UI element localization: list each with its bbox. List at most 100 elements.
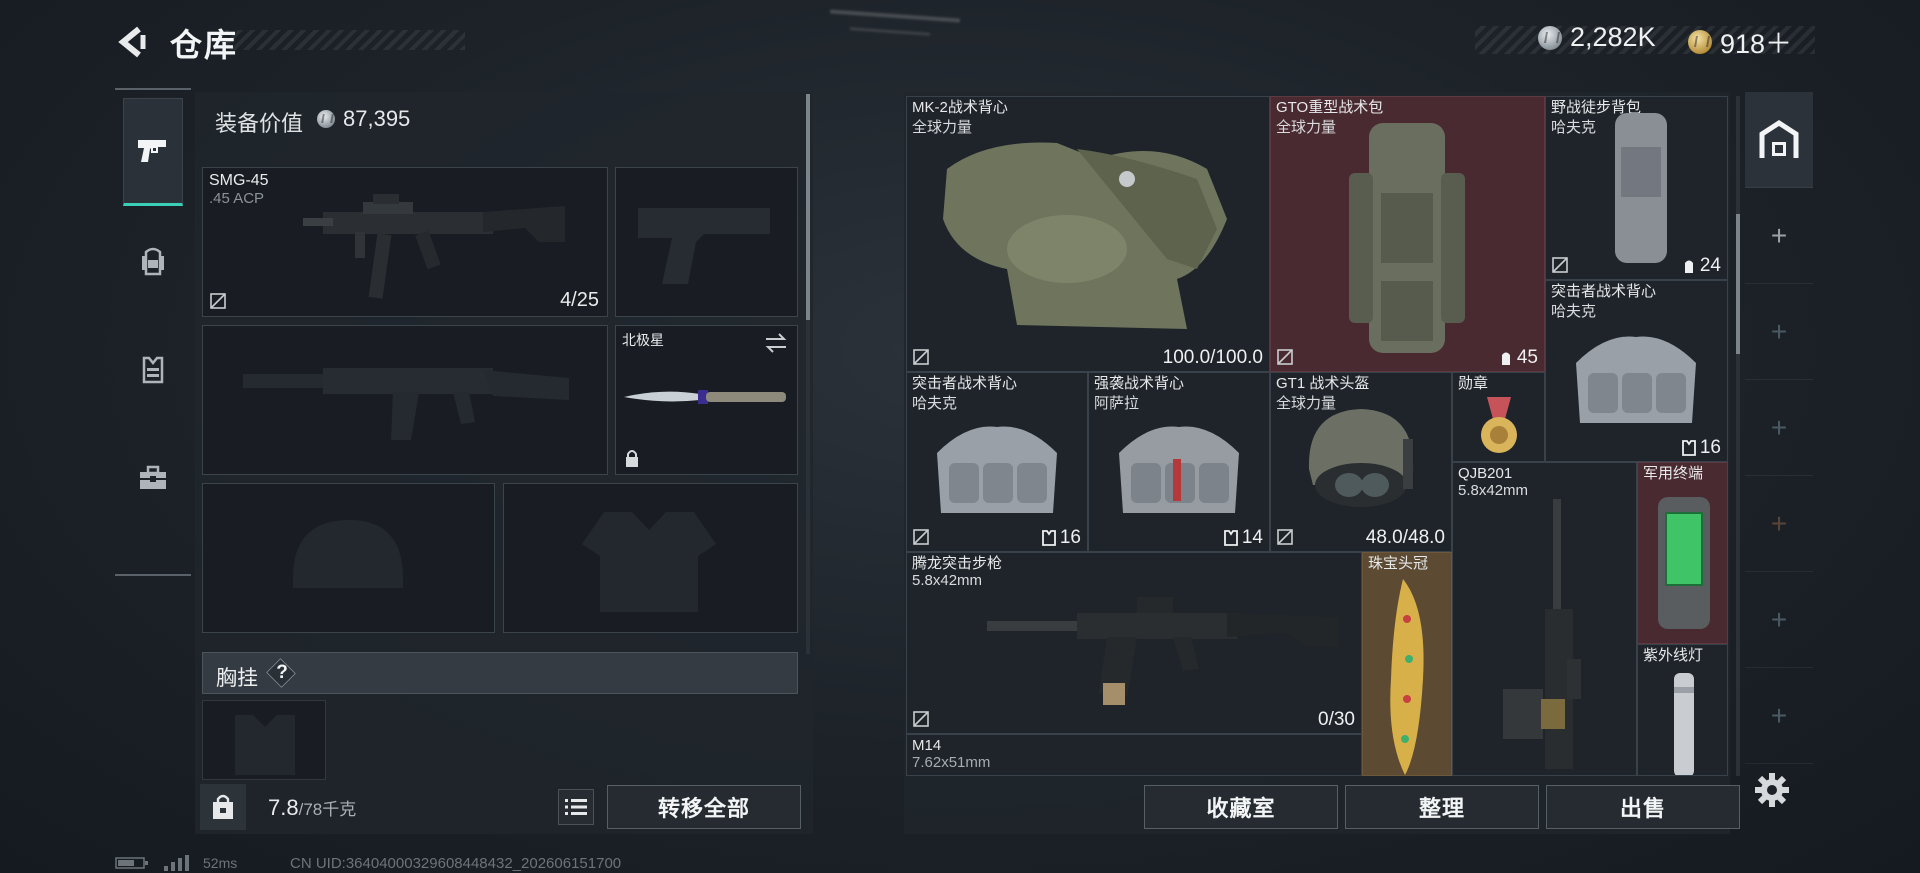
stash-item[interactable]: 紫外线灯 (1637, 644, 1728, 776)
vest-icon (142, 356, 164, 384)
stash-item[interactable]: 野战徒步背包 哈夫克 24 (1545, 96, 1728, 280)
secondary-weapon-slot[interactable] (615, 167, 798, 317)
collection-room-button[interactable]: 收藏室 (1144, 785, 1338, 829)
header-decoration (225, 30, 465, 50)
stash-item[interactable]: GT1 战术头盔 全球力量 48.0/48.0 (1270, 372, 1452, 552)
warehouse-icon (1759, 119, 1799, 158)
capacity-icon (1501, 352, 1510, 365)
no-trade-icon (913, 529, 929, 545)
item-brand: 哈夫克 (1551, 303, 1597, 320)
add-stash-page-button[interactable]: + (1745, 572, 1813, 668)
item-name: 腾龙突击步枪 (912, 555, 1003, 572)
light-glint (830, 9, 960, 23)
pistol-placeholder-icon (638, 208, 770, 284)
melee-slot[interactable]: 北极星 (615, 325, 798, 475)
helmet-item-icon (1308, 409, 1414, 507)
add-stash-page-button[interactable]: + (1745, 476, 1813, 572)
silver-coin-icon (317, 110, 335, 128)
gold-currency[interactable]: 918＋ (1688, 22, 1792, 61)
vest-slots-icon (1041, 530, 1056, 546)
stash-item[interactable]: QJB201 5.8x42mm (1452, 462, 1637, 776)
item-slots: 16 (1681, 437, 1721, 459)
stash-item[interactable]: 勋章 (1452, 372, 1545, 462)
toolbox-icon (140, 465, 166, 489)
no-trade-icon (1277, 349, 1293, 365)
item-count: 45 (1516, 347, 1538, 368)
stash-scrollbar[interactable] (1736, 96, 1740, 776)
weapon-caliber: .45 ACP (209, 190, 265, 207)
helmet-slot[interactable] (202, 483, 495, 633)
category-rail (115, 88, 191, 576)
back-button[interactable] (112, 22, 152, 62)
add-stash-page-button[interactable]: + (1745, 188, 1813, 284)
weight-lock-button[interactable] (200, 784, 246, 830)
add-stash-page-button[interactable]: + (1745, 668, 1813, 764)
rail-tab-backpack[interactable] (123, 208, 183, 316)
secondary-primary-slot[interactable] (202, 325, 608, 475)
item-count: 14 (1241, 527, 1263, 548)
item-brand: 7.62x51mm (912, 754, 991, 771)
ping: 52ms (203, 855, 238, 871)
capacity-icon (1684, 260, 1693, 273)
helmet-placeholder-icon (293, 520, 403, 588)
weapon-name: SMG-45 (209, 172, 269, 189)
chest-rig-slot[interactable] (202, 700, 326, 780)
carry-weight-current: 7.8 (268, 795, 299, 820)
organize-button[interactable]: 整理 (1345, 785, 1539, 829)
ammo-count: 4/25 (560, 289, 599, 311)
chest-rig-placeholder-icon (235, 715, 295, 775)
item-capacity: 24 (1682, 255, 1721, 277)
settings-gear-icon[interactable] (1752, 770, 1792, 810)
primary-weapon-slot[interactable]: SMG-45 .45 ACP 4/25 (202, 167, 608, 317)
add-stash-page-button[interactable]: + (1745, 284, 1813, 380)
equipment-value-amount: 87,395 (343, 106, 411, 131)
stash-item[interactable]: 突击者战术背心 哈夫克 16 (906, 372, 1088, 552)
add-stash-page-button[interactable]: + (1745, 380, 1813, 476)
item-brand: 5.8x42mm (912, 572, 983, 589)
transfer-all-button[interactable]: 转移全部 (607, 785, 801, 829)
crown-item-icon (1390, 579, 1424, 775)
status-bar: 52ms (115, 855, 237, 871)
silver-coin-icon (1538, 25, 1562, 50)
stash-item[interactable]: 强袭战术背心 阿萨拉 14 (1088, 372, 1270, 552)
stash-item[interactable]: M14 7.62x51mm (906, 734, 1362, 776)
rifle-placeholder-icon (243, 368, 569, 440)
stash-item[interactable]: 突击者战术背心 哈夫克 16 (1545, 280, 1728, 462)
rail-tab-supplies[interactable] (123, 424, 183, 532)
stash-item[interactable]: 腾龙突击步枪 5.8x42mm 0/30 (906, 552, 1362, 734)
stash-page-main[interactable] (1745, 92, 1813, 188)
item-brand: 阿萨拉 (1094, 395, 1140, 412)
vest-slots-icon (1223, 530, 1238, 546)
stash-item[interactable]: GTO重型战术包 全球力量 45 (1270, 96, 1545, 372)
rail-tab-weapons[interactable] (123, 98, 183, 206)
stash-item[interactable]: MK-2战术背心 全球力量 100.0/100.0 (906, 96, 1270, 372)
equipment-scrollbar-thumb[interactable] (806, 94, 810, 320)
rail-tab-vest[interactable] (123, 316, 183, 424)
item-name: MK-2战术背心 (912, 99, 1008, 116)
item-durability: 100.0/100.0 (1162, 347, 1263, 368)
item-name: 强袭战术背心 (1094, 375, 1185, 392)
carry-weight-max: /78千克 (298, 800, 357, 819)
light-glint (849, 27, 931, 36)
silver-currency[interactable]: 2,282K (1538, 22, 1656, 53)
list-icon (565, 799, 587, 815)
armor-slot[interactable] (503, 483, 798, 633)
item-name: 突击者战术背心 (1551, 283, 1657, 300)
item-brand: 哈夫克 (912, 395, 958, 412)
list-view-button[interactable] (558, 789, 594, 825)
medal-item-icon (1481, 397, 1517, 453)
swap-icon[interactable] (763, 332, 789, 354)
back-arrow-icon (118, 26, 146, 58)
chest-rig-label: 胸挂 (216, 667, 258, 690)
armor-placeholder-icon (582, 512, 716, 612)
sell-button[interactable]: 出售 (1546, 785, 1740, 829)
vest-item-icon (943, 142, 1227, 329)
stash-item[interactable]: 军用终端 (1637, 462, 1728, 644)
no-trade-icon (1277, 529, 1293, 545)
item-name: 军用终端 (1643, 465, 1704, 482)
stash-page-column: + + + + + + (1745, 92, 1813, 772)
item-name: 珠宝头冠 (1368, 555, 1429, 572)
stash-scrollbar-thumb[interactable] (1736, 214, 1740, 354)
lmg-item-icon (1503, 499, 1581, 769)
stash-item[interactable]: 珠宝头冠 (1362, 552, 1452, 776)
